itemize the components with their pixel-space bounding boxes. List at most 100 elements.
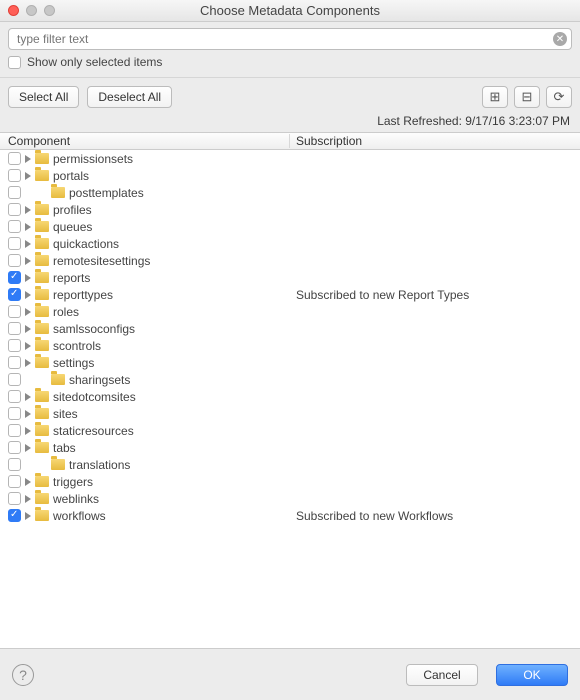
toolbar: Select All Deselect All ⊞ ⊟ ⟳ — [0, 82, 580, 112]
footer: ? Cancel OK — [0, 648, 580, 700]
row-checkbox[interactable] — [8, 407, 21, 420]
clear-filter-icon[interactable]: ✕ — [553, 32, 567, 46]
tree-row[interactable]: settings — [0, 354, 580, 371]
folder-icon — [35, 323, 49, 334]
row-checkbox[interactable] — [8, 254, 21, 267]
row-checkbox[interactable] — [8, 220, 21, 233]
column-subscription[interactable]: Subscription — [290, 134, 580, 148]
disclosure-triangle-icon[interactable] — [25, 257, 31, 265]
disclosure-triangle-icon[interactable] — [25, 495, 31, 503]
select-all-button[interactable]: Select All — [8, 86, 79, 108]
row-checkbox[interactable] — [8, 390, 21, 403]
row-checkbox[interactable] — [8, 186, 21, 199]
show-only-selected-checkbox[interactable] — [8, 56, 21, 69]
cell-component: sharingsets — [0, 373, 290, 387]
tree-row[interactable]: profiles — [0, 201, 580, 218]
row-label: weblinks — [53, 492, 99, 506]
ok-button[interactable]: OK — [496, 664, 568, 686]
row-checkbox[interactable] — [8, 237, 21, 250]
row-checkbox[interactable] — [8, 322, 21, 335]
row-checkbox[interactable] — [8, 169, 21, 182]
disclosure-triangle-icon[interactable] — [25, 342, 31, 350]
tree-row[interactable]: remotesitesettings — [0, 252, 580, 269]
disclosure-triangle-icon[interactable] — [25, 206, 31, 214]
disclosure-triangle-icon[interactable] — [25, 393, 31, 401]
row-checkbox[interactable] — [8, 475, 21, 488]
disclosure-triangle-icon[interactable] — [25, 512, 31, 520]
expand-all-icon: ⊞ — [490, 89, 501, 105]
tree-row[interactable]: translations — [0, 456, 580, 473]
disclosure-triangle-icon[interactable] — [25, 240, 31, 248]
row-checkbox[interactable] — [8, 339, 21, 352]
disclosure-triangle-icon[interactable] — [25, 427, 31, 435]
folder-icon — [35, 272, 49, 283]
cancel-button[interactable]: Cancel — [406, 664, 478, 686]
row-checkbox[interactable] — [8, 288, 21, 301]
row-label: workflows — [53, 509, 106, 523]
cell-component: settings — [0, 356, 290, 370]
tree-row[interactable]: permissionsets — [0, 150, 580, 167]
tree-row[interactable]: queues — [0, 218, 580, 235]
close-icon[interactable] — [8, 5, 19, 16]
row-checkbox[interactable] — [8, 152, 21, 165]
component-tree[interactable]: permissionsetsportalsposttemplatesprofil… — [0, 150, 580, 648]
tree-row[interactable]: triggers — [0, 473, 580, 490]
folder-icon — [35, 510, 49, 521]
collapse-all-icon: ⊟ — [522, 89, 533, 105]
cell-component: reporttypes — [0, 288, 290, 302]
tree-row[interactable]: reporttypesSubscribed to new Report Type… — [0, 286, 580, 303]
help-icon[interactable]: ? — [12, 664, 34, 686]
cell-component: permissionsets — [0, 152, 290, 166]
cell-component: translations — [0, 458, 290, 472]
filter-input-wrap: ✕ — [8, 28, 572, 50]
tree-row[interactable]: posttemplates — [0, 184, 580, 201]
disclosure-triangle-icon[interactable] — [25, 155, 31, 163]
disclosure-triangle-icon[interactable] — [25, 478, 31, 486]
cell-component: tabs — [0, 441, 290, 455]
refresh-button[interactable]: ⟳ — [546, 86, 572, 108]
tree-row[interactable]: quickactions — [0, 235, 580, 252]
tree-row[interactable]: tabs — [0, 439, 580, 456]
disclosure-triangle-icon[interactable] — [25, 444, 31, 452]
tree-row[interactable]: reports — [0, 269, 580, 286]
cell-component: sitedotcomsites — [0, 390, 290, 404]
tree-row[interactable]: workflowsSubscribed to new Workflows — [0, 507, 580, 524]
disclosure-triangle-icon[interactable] — [25, 274, 31, 282]
folder-icon — [51, 187, 65, 198]
row-checkbox[interactable] — [8, 373, 21, 386]
zoom-icon — [44, 5, 55, 16]
deselect-all-button[interactable]: Deselect All — [87, 86, 172, 108]
disclosure-triangle-icon[interactable] — [25, 325, 31, 333]
disclosure-triangle-icon[interactable] — [25, 359, 31, 367]
row-checkbox[interactable] — [8, 305, 21, 318]
row-checkbox[interactable] — [8, 271, 21, 284]
tree-row[interactable]: portals — [0, 167, 580, 184]
tree-row[interactable]: sites — [0, 405, 580, 422]
disclosure-triangle-icon[interactable] — [25, 308, 31, 316]
cell-component: samlssoconfigs — [0, 322, 290, 336]
row-checkbox[interactable] — [8, 356, 21, 369]
row-checkbox[interactable] — [8, 441, 21, 454]
expand-all-button[interactable]: ⊞ — [482, 86, 508, 108]
tree-row[interactable]: sitedotcomsites — [0, 388, 580, 405]
row-checkbox[interactable] — [8, 509, 21, 522]
tree-row[interactable]: weblinks — [0, 490, 580, 507]
tree-row[interactable]: sharingsets — [0, 371, 580, 388]
disclosure-triangle-icon[interactable] — [25, 410, 31, 418]
tree-row[interactable]: scontrols — [0, 337, 580, 354]
collapse-all-button[interactable]: ⊟ — [514, 86, 540, 108]
disclosure-triangle-icon[interactable] — [25, 172, 31, 180]
disclosure-triangle-icon[interactable] — [25, 223, 31, 231]
row-checkbox[interactable] — [8, 424, 21, 437]
row-label: sites — [53, 407, 78, 421]
row-checkbox[interactable] — [8, 492, 21, 505]
tree-row[interactable]: staticresources — [0, 422, 580, 439]
folder-icon — [35, 204, 49, 215]
disclosure-triangle-icon[interactable] — [25, 291, 31, 299]
filter-input[interactable] — [9, 32, 553, 46]
tree-row[interactable]: samlssoconfigs — [0, 320, 580, 337]
column-component[interactable]: Component — [0, 134, 290, 148]
tree-row[interactable]: roles — [0, 303, 580, 320]
row-checkbox[interactable] — [8, 458, 21, 471]
row-checkbox[interactable] — [8, 203, 21, 216]
